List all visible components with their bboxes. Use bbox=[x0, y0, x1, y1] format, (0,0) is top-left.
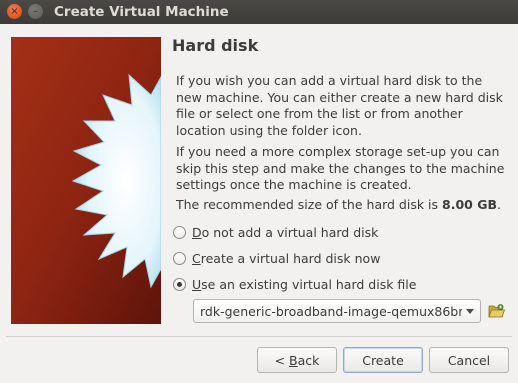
radio-existing-disk-label-rest: se an existing virtual hard disk file bbox=[201, 276, 417, 292]
back-button-mnemonic: B bbox=[289, 352, 298, 368]
disk-file-select[interactable]: rdk-generic-broadband-image-qemux86broad… bbox=[193, 299, 481, 323]
wizard-side-image bbox=[11, 37, 161, 324]
radio-button-no-disk[interactable] bbox=[173, 225, 186, 239]
radio-existing-disk-mnemonic: U bbox=[192, 276, 202, 292]
cancel-button-label: Cancel bbox=[447, 352, 491, 368]
back-button-label: < Back bbox=[275, 353, 320, 368]
radio-existing-disk[interactable]: Use an existing virtual hard disk file bbox=[173, 275, 416, 293]
window-title: Create Virtual Machine bbox=[54, 4, 229, 20]
disk-file-select-value: rdk-generic-broadband-image-qemux86broad… bbox=[200, 303, 462, 319]
cancel-button[interactable]: Cancel bbox=[429, 347, 509, 373]
radio-button-existing-disk[interactable] bbox=[173, 277, 186, 291]
radio-create-disk-label-rest: reate a virtual hard disk now bbox=[200, 250, 381, 266]
back-button[interactable]: < Back bbox=[257, 347, 337, 373]
back-button-rest: ack bbox=[297, 352, 320, 368]
radio-no-disk-label: Do not add a virtual hard disk bbox=[192, 225, 378, 240]
close-icon: × bbox=[10, 5, 19, 17]
recommended-size-suffix: . bbox=[497, 197, 501, 212]
recommended-size-text: The recommended size of the hard disk is… bbox=[176, 197, 506, 214]
intro-paragraph: If you wish you can add a virtual hard d… bbox=[176, 73, 503, 138]
create-button[interactable]: Create bbox=[343, 347, 423, 373]
recommended-size-value: 8.00 GB bbox=[442, 197, 497, 212]
radio-existing-disk-label: Use an existing virtual hard disk file bbox=[192, 277, 416, 292]
create-button-label: Create bbox=[362, 352, 404, 368]
close-window-button[interactable]: × bbox=[7, 4, 22, 19]
starburst-icon bbox=[11, 37, 161, 324]
radio-no-disk-label-rest: o not add a virtual hard disk bbox=[201, 224, 379, 240]
radio-selected-dot bbox=[177, 281, 182, 287]
minimize-window-button[interactable]: – bbox=[28, 4, 43, 19]
radio-no-disk[interactable]: Do not add a virtual hard disk bbox=[173, 223, 378, 241]
radio-create-disk-label: Create a virtual hard disk now bbox=[192, 251, 380, 266]
page-heading: Hard disk bbox=[172, 36, 259, 55]
back-button-prefix: < bbox=[274, 352, 290, 368]
choose-disk-file-button[interactable] bbox=[487, 302, 506, 320]
radio-create-disk-mnemonic: C bbox=[192, 250, 201, 266]
title-bar: × – Create Virtual Machine bbox=[0, 0, 518, 24]
radio-create-disk[interactable]: Create a virtual hard disk now bbox=[173, 249, 380, 267]
radio-no-disk-mnemonic: D bbox=[192, 224, 202, 240]
button-bar-divider bbox=[6, 336, 512, 337]
minimize-icon: – bbox=[33, 5, 38, 17]
radio-button-create-disk[interactable] bbox=[173, 251, 186, 265]
complex-storage-paragraph: If you need a more complex storage set-u… bbox=[176, 144, 505, 192]
chevron-down-icon[interactable] bbox=[466, 309, 474, 314]
recommended-size-prefix: The recommended size of the hard disk is bbox=[176, 197, 443, 212]
folder-open-icon bbox=[488, 304, 506, 318]
